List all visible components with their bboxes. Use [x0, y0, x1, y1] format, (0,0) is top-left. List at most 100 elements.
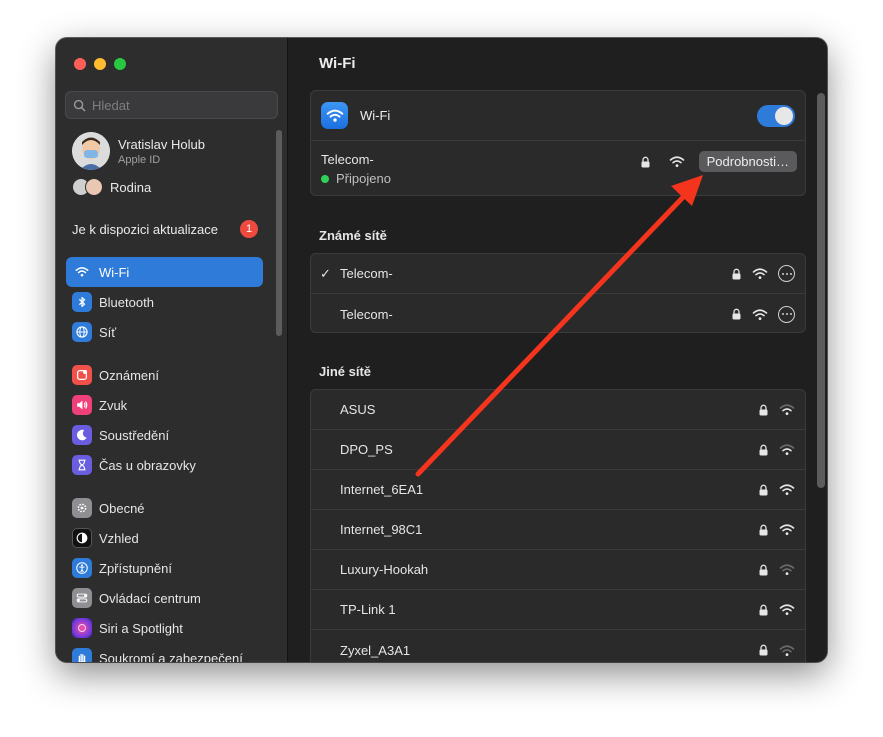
sidebar-item-label: Síť [99, 324, 117, 340]
network-name: Internet_98C1 [340, 522, 423, 537]
close-window-button[interactable] [74, 58, 86, 70]
sidebar-item-bluetooth[interactable]: Bluetooth [66, 287, 263, 317]
network-icons [758, 644, 795, 657]
software-update-item[interactable]: Je k dispozici aktualizace 1 [72, 220, 258, 238]
lock-icon [759, 604, 768, 615]
lock-icon [759, 564, 768, 575]
sidebar-scrollbar[interactable] [276, 130, 282, 336]
wifi-signal-icon [779, 644, 795, 656]
checkmark-icon: ✓ [320, 265, 331, 281]
wifi-signal-icon [779, 404, 795, 415]
network-name: Telecom- [340, 306, 393, 322]
wifi-signal-icon [752, 268, 768, 279]
network-name: Luxury-Hookah [340, 562, 429, 577]
globe-icon [72, 322, 92, 342]
main-scrollbar[interactable] [817, 93, 825, 488]
apple-id-profile[interactable]: Vratislav Holub Apple ID [72, 132, 205, 170]
lock-icon [759, 404, 768, 415]
sidebar-item-general[interactable]: Obecné [66, 493, 263, 523]
wifi-pane: Wi-Fi Wi-Fi Telecom- Připojeno Podrobnos… [289, 38, 827, 662]
network-row[interactable]: Zyxel_A3A1 [311, 630, 805, 662]
network-icons [731, 305, 795, 323]
other-networks-title: Jiné sítě [319, 364, 372, 379]
network-row[interactable]: TP-Link 1 [311, 590, 805, 630]
wifi-toggle-row: Wi-Fi [311, 91, 805, 141]
lock-icon [732, 268, 741, 279]
more-options-button[interactable] [778, 265, 795, 282]
sidebar-item-sound[interactable]: Zvuk [66, 390, 263, 420]
known-networks-list: ✓ Telecom- Telecom- [310, 253, 806, 333]
sidebar-item-wifi[interactable]: Wi-Fi [66, 257, 263, 287]
sidebar-item-label: Vzhled [99, 530, 139, 546]
update-badge: 1 [240, 220, 258, 238]
moon-icon [72, 425, 92, 445]
network-row[interactable]: ASUS [311, 390, 805, 430]
search-field[interactable] [65, 91, 278, 119]
wifi-app-icon [321, 102, 348, 129]
network-row[interactable]: Internet_98C1 [311, 510, 805, 550]
hourglass-icon [72, 455, 92, 475]
family-label: Rodina [110, 179, 152, 195]
sidebar-item-label: Wi-Fi [99, 264, 130, 280]
network-icons [731, 265, 795, 282]
sidebar-item-appearance[interactable]: Vzhled [66, 523, 263, 553]
sidebar-item-label: Čas u obrazovky [99, 457, 196, 473]
known-networks-title: Známé sítě [319, 228, 387, 243]
window-controls [74, 58, 126, 70]
lock-icon [759, 524, 768, 535]
profile-subtitle: Apple ID [118, 153, 161, 166]
network-row[interactable]: DPO_PS [311, 430, 805, 470]
sidebar-item-siri-spotlight[interactable]: Siri a Spotlight [66, 613, 263, 643]
sidebar-item-accessibility[interactable]: Zpřístupnění [66, 553, 263, 583]
accessibility-icon [72, 558, 92, 578]
sidebar-item-label: Bluetooth [99, 294, 154, 310]
details-button[interactable]: Podrobnosti… [698, 151, 797, 172]
lock-icon [732, 308, 741, 320]
network-name: ASUS [340, 402, 376, 417]
other-networks-list: ASUS DPO_PS Internet_6EA1 Internet_98C1 Luxu… [310, 389, 806, 662]
sidebar-item-label: Obecné [99, 500, 145, 516]
sidebar-item-privacy-security[interactable]: Soukromí a zabezpečení [66, 643, 263, 662]
network-row[interactable]: Internet_6EA1 [311, 470, 805, 510]
network-row[interactable]: Telecom- [311, 294, 805, 334]
family-avatars [72, 178, 103, 196]
network-row[interactable]: ✓ Telecom- [311, 254, 805, 294]
connection-status-label: Připojeno [336, 171, 391, 186]
bell-icon [72, 365, 92, 385]
sidebar-item-focus[interactable]: Soustředění [66, 420, 263, 450]
nav-group-general: Obecné Vzhled Zpřístupnění Ovládací cent… [66, 493, 263, 662]
nav-group-network: Wi-Fi Bluetooth Síť [66, 257, 263, 347]
network-row[interactable]: Luxury-Hookah [311, 550, 805, 590]
sidebar-item-notifications[interactable]: Oznámení [66, 360, 263, 390]
sidebar-item-control-center[interactable]: Ovládací centrum [66, 583, 263, 613]
wifi-signal-icon [779, 524, 795, 535]
bluetooth-icon [72, 292, 92, 312]
family-item[interactable]: Rodina [72, 178, 151, 196]
page-title: Wi-Fi [319, 55, 356, 72]
wifi-toggle[interactable] [757, 104, 795, 127]
network-icons [758, 403, 795, 416]
network-name: Telecom- [340, 266, 393, 281]
network-name: TP-Link 1 [340, 602, 396, 617]
wifi-signal-icon [779, 444, 795, 455]
lock-icon [759, 444, 768, 455]
lock-icon [759, 644, 768, 656]
sidebar-item-label: Soukromí a zabezpečení [99, 650, 243, 663]
more-options-button[interactable] [778, 305, 795, 323]
network-icons [758, 443, 795, 456]
minimize-window-button[interactable] [94, 58, 106, 70]
current-network-icons: Podrobnosti… [640, 151, 797, 172]
wifi-signal-icon [779, 604, 795, 615]
sidebar-item-label: Siri a Spotlight [99, 620, 183, 636]
network-icons [758, 483, 795, 496]
sidebar-item-label: Soustředění [99, 427, 170, 443]
sidebar-item-screen-time[interactable]: Čas u obrazovky [66, 450, 263, 480]
sidebar-item-network[interactable]: Síť [66, 317, 263, 347]
search-input[interactable] [92, 97, 272, 113]
wifi-card: Wi-Fi Telecom- Připojeno Podrobnosti… [310, 90, 806, 196]
network-name: Internet_6EA1 [340, 482, 424, 497]
speaker-icon [72, 395, 92, 415]
wifi-signal-icon [779, 564, 795, 575]
hand-icon [72, 648, 92, 662]
zoom-window-button[interactable] [114, 58, 126, 70]
